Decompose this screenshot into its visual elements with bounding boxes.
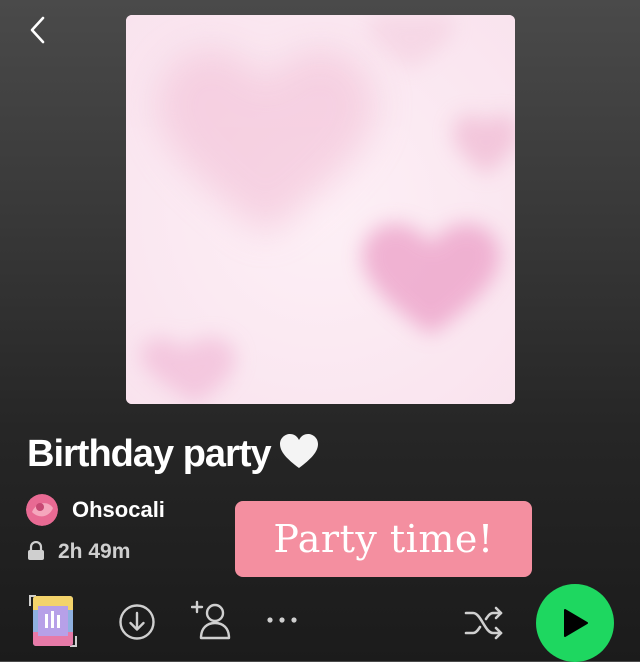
more-options-button[interactable]	[265, 610, 301, 630]
playlist-title: Birthday party	[27, 433, 319, 480]
add-person-icon	[190, 600, 231, 640]
playlist-cover-art	[126, 15, 515, 404]
chevron-left-icon	[30, 16, 45, 44]
back-button[interactable]	[22, 14, 54, 46]
owner-name[interactable]: Ohsocali	[72, 497, 165, 523]
thumbnail-image	[33, 596, 73, 646]
shuffle-icon	[464, 606, 503, 640]
sticker-text: Party time!	[273, 517, 494, 561]
play-icon	[564, 609, 588, 637]
shuffle-button[interactable]	[463, 603, 505, 643]
add-collaborator-button[interactable]	[190, 600, 233, 642]
white-heart-icon	[279, 434, 319, 480]
cover-preview-thumbnail[interactable]	[26, 592, 80, 650]
playlist-title-text: Birthday party	[27, 433, 272, 475]
owner-avatar[interactable]	[26, 494, 58, 526]
play-button[interactable]	[536, 584, 614, 662]
download-circle-icon	[119, 604, 155, 640]
download-button[interactable]	[118, 603, 156, 641]
more-dots-icon	[267, 617, 297, 623]
lock-icon	[27, 540, 45, 561]
party-time-sticker: Party time!	[235, 501, 532, 577]
playlist-duration: 2h 49m	[58, 540, 131, 563]
